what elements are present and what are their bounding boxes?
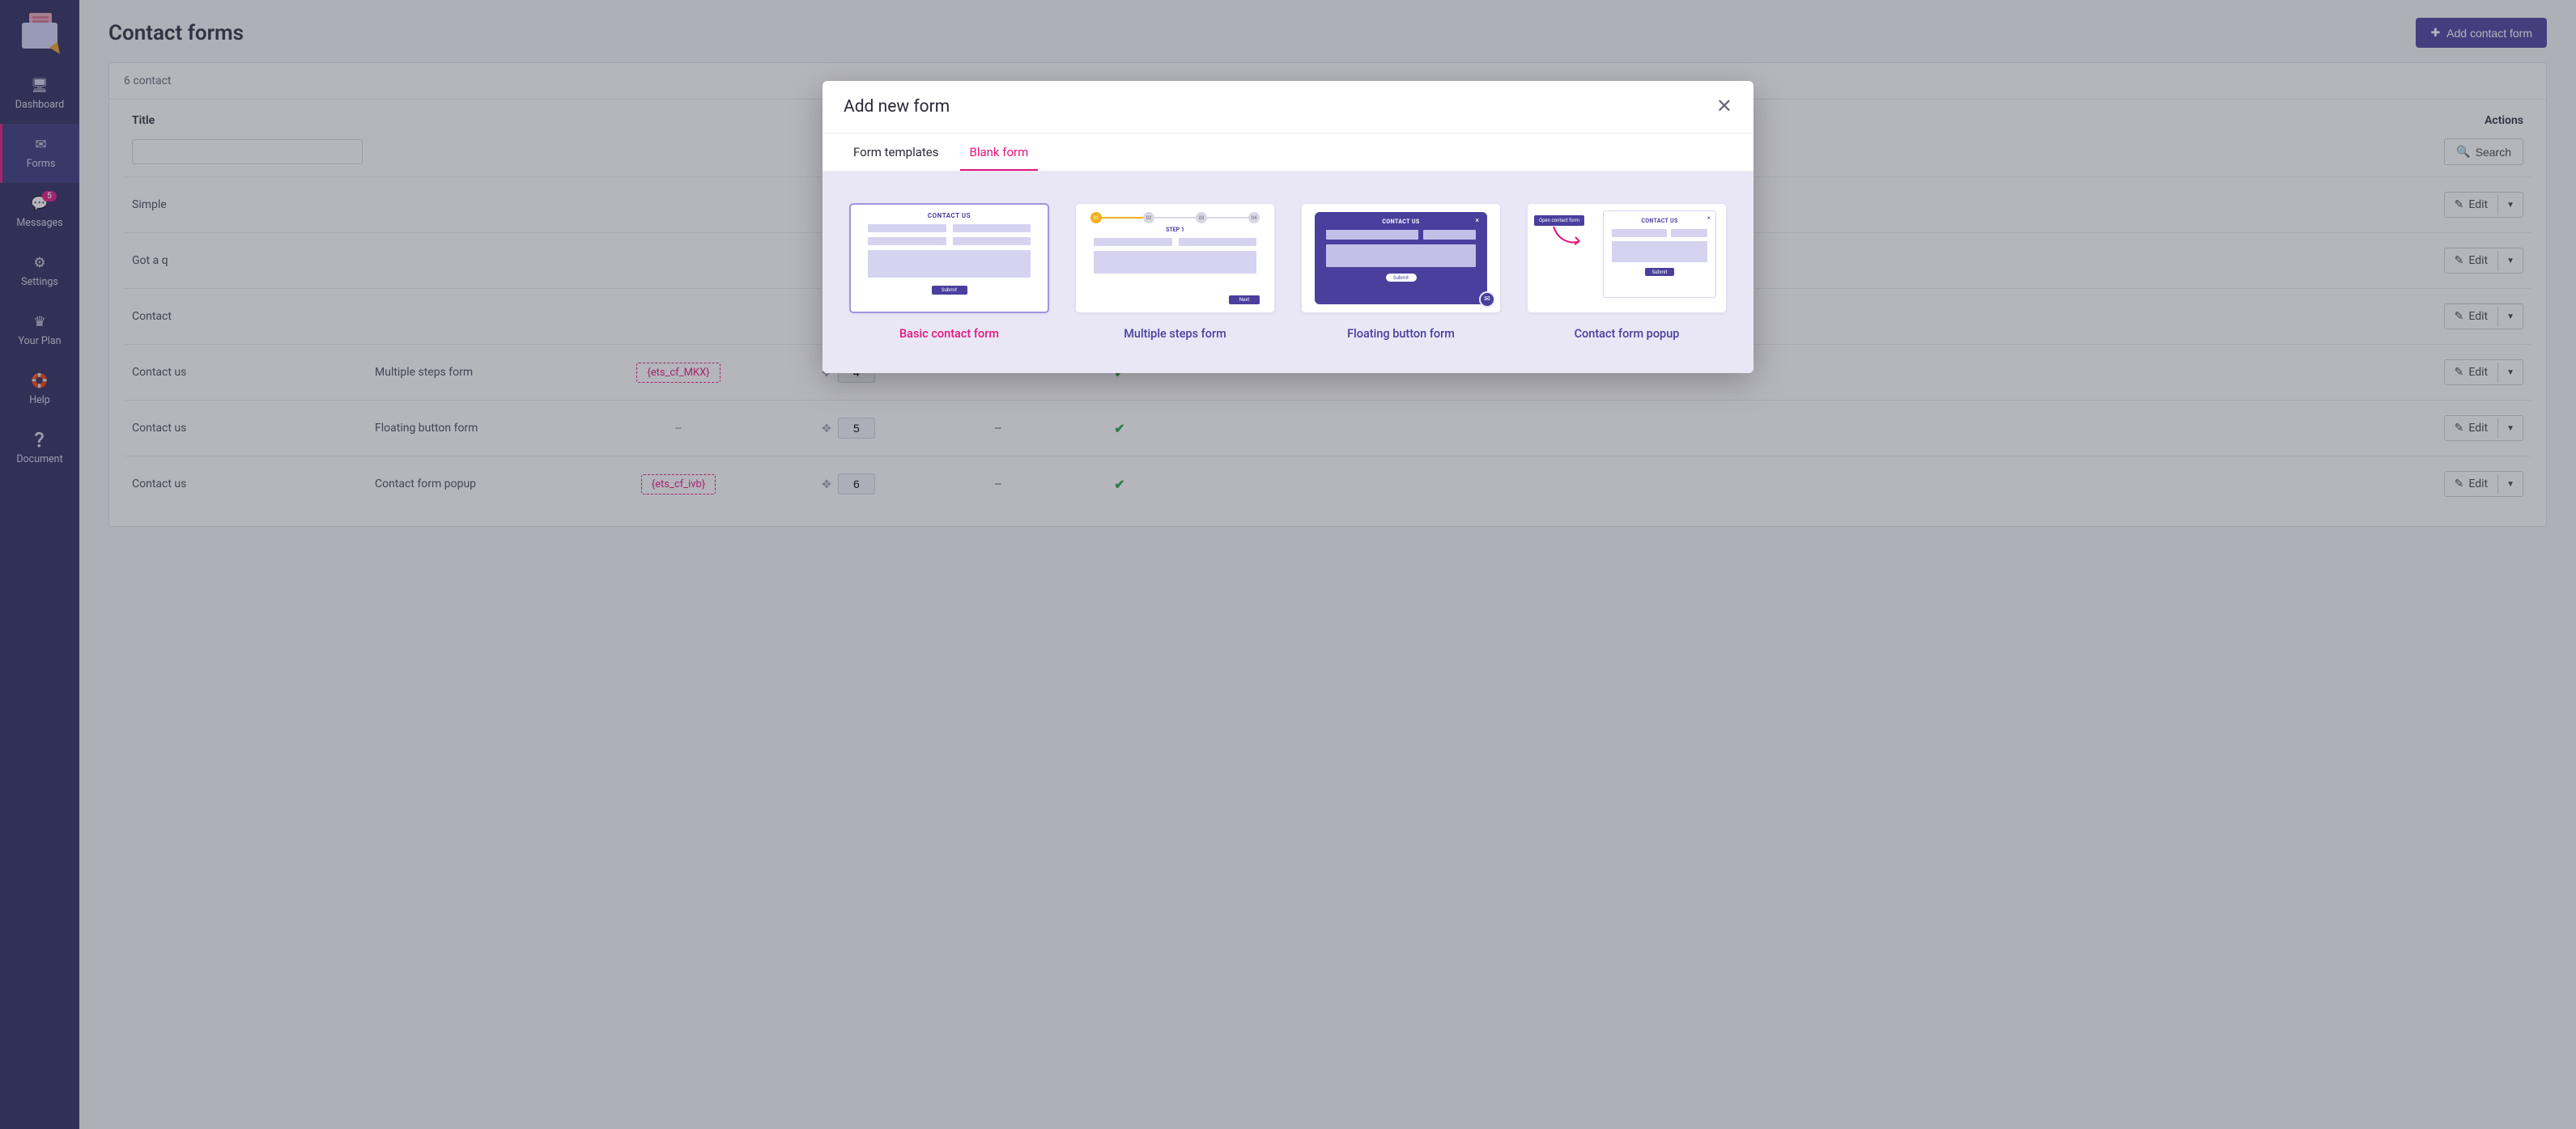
modal-close-button[interactable]: ✕ [1716,97,1732,117]
close-icon: ✕ [1716,95,1732,117]
template-label: Multiple steps form [1124,327,1226,341]
envelope-icon: ✉ [1479,291,1495,308]
preview-title: CONTACT US [850,204,1048,219]
modal-overlay[interactable]: Add new form ✕ Form templates Blank form… [0,0,2576,1129]
preview-next: Next [1229,295,1260,304]
preview-submit: Submit [932,286,967,295]
template-contact-popup[interactable]: Open contact form × CONTACT US Submit Co… [1528,204,1726,341]
preview-submit: Submit [1386,274,1417,282]
template-label: Floating button form [1347,327,1455,341]
arrow-icon [1552,225,1584,249]
template-multiple-steps[interactable]: 01 02 03 04 STEP 1 Next Multiple steps f… [1076,204,1274,341]
template-label: Basic contact form [899,327,999,341]
preview-step-label: STEP 1 [1076,227,1274,233]
preview-submit: Submit [1645,268,1674,276]
preview-title: CONTACT US [1326,219,1476,225]
modal-tabs: Form templates Blank form [823,134,1753,172]
tab-form-templates[interactable]: Form templates [844,134,949,171]
preview-close-icon: × [1707,214,1711,222]
preview-close-icon: × [1475,217,1479,225]
add-form-modal: Add new form ✕ Form templates Blank form… [823,81,1753,373]
tab-blank-form[interactable]: Blank form [960,134,1039,171]
template-floating-button[interactable]: × CONTACT US Submit ✉ Floating button fo… [1302,204,1500,341]
template-basic-contact[interactable]: CONTACT US Submit Basic contact form [850,204,1048,341]
modal-title: Add new form [844,97,950,117]
template-label: Contact form popup [1575,327,1680,341]
preview-title: CONTACT US [1612,218,1707,224]
